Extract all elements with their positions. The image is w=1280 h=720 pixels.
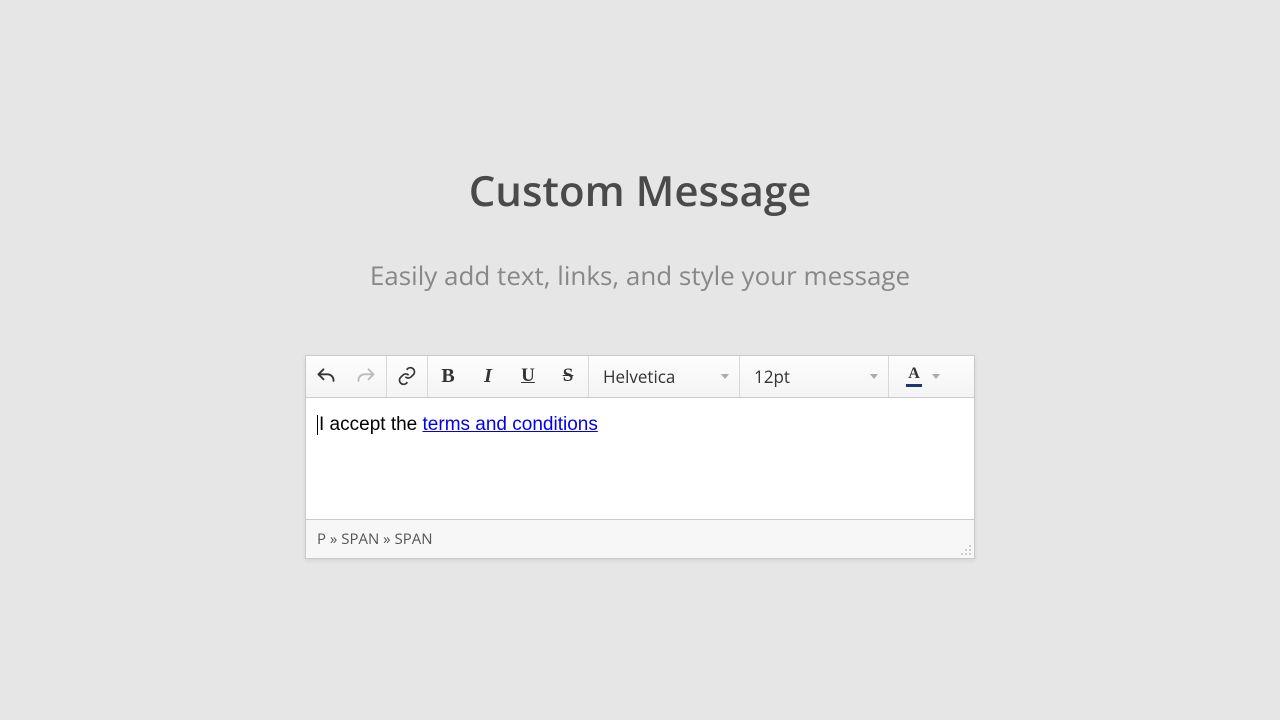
resize-handle[interactable] bbox=[960, 544, 972, 556]
undo-button[interactable] bbox=[306, 356, 346, 397]
format-group: B I U S bbox=[428, 356, 589, 397]
content-link[interactable]: terms and conditions bbox=[423, 414, 598, 435]
chevron-down-icon bbox=[932, 374, 940, 379]
strikethrough-button[interactable]: S bbox=[548, 356, 588, 397]
chevron-down-icon bbox=[870, 374, 878, 379]
strikethrough-icon: S bbox=[563, 365, 574, 387]
text-color-button[interactable]: A bbox=[889, 356, 957, 397]
page-subtitle: Easily add text, links, and style your m… bbox=[370, 257, 910, 293]
italic-button[interactable]: I bbox=[468, 356, 508, 397]
resize-icon bbox=[960, 544, 972, 556]
undo-icon bbox=[316, 366, 336, 386]
page-title: Custom Message bbox=[469, 162, 812, 219]
italic-icon: I bbox=[484, 365, 492, 388]
underline-button[interactable]: U bbox=[508, 356, 548, 397]
text-color-bar bbox=[906, 384, 922, 387]
text-cursor bbox=[317, 415, 318, 435]
font-size-select[interactable]: 12pt bbox=[740, 356, 888, 397]
chevron-down-icon bbox=[721, 374, 729, 379]
editor-status-bar: P » SPAN » SPAN bbox=[306, 520, 974, 558]
font-size-group: 12pt bbox=[740, 356, 889, 397]
font-size-value: 12pt bbox=[754, 365, 790, 388]
font-family-group: Helvetica bbox=[589, 356, 740, 397]
element-path[interactable]: P » SPAN » SPAN bbox=[317, 529, 433, 549]
editor-container: Custom Message Easily add text, links, a… bbox=[0, 162, 1280, 559]
rich-text-editor: B I U S Helvetica 1 bbox=[305, 355, 975, 559]
link-icon bbox=[397, 366, 417, 386]
editor-content[interactable]: I accept the terms and conditions bbox=[306, 398, 974, 520]
redo-icon bbox=[356, 366, 376, 386]
content-text: I accept the bbox=[319, 414, 423, 435]
redo-button[interactable] bbox=[346, 356, 386, 397]
text-color-indicator: A bbox=[906, 366, 922, 387]
bold-icon: B bbox=[441, 365, 454, 388]
editor-toolbar: B I U S Helvetica 1 bbox=[306, 356, 974, 398]
history-group bbox=[306, 356, 387, 397]
link-group bbox=[387, 356, 428, 397]
font-family-value: Helvetica bbox=[603, 365, 675, 388]
bold-button[interactable]: B bbox=[428, 356, 468, 397]
text-color-group: A bbox=[889, 356, 957, 397]
underline-icon: U bbox=[521, 365, 535, 387]
text-color-letter: A bbox=[908, 366, 920, 382]
link-button[interactable] bbox=[387, 356, 427, 397]
font-family-select[interactable]: Helvetica bbox=[589, 356, 739, 397]
